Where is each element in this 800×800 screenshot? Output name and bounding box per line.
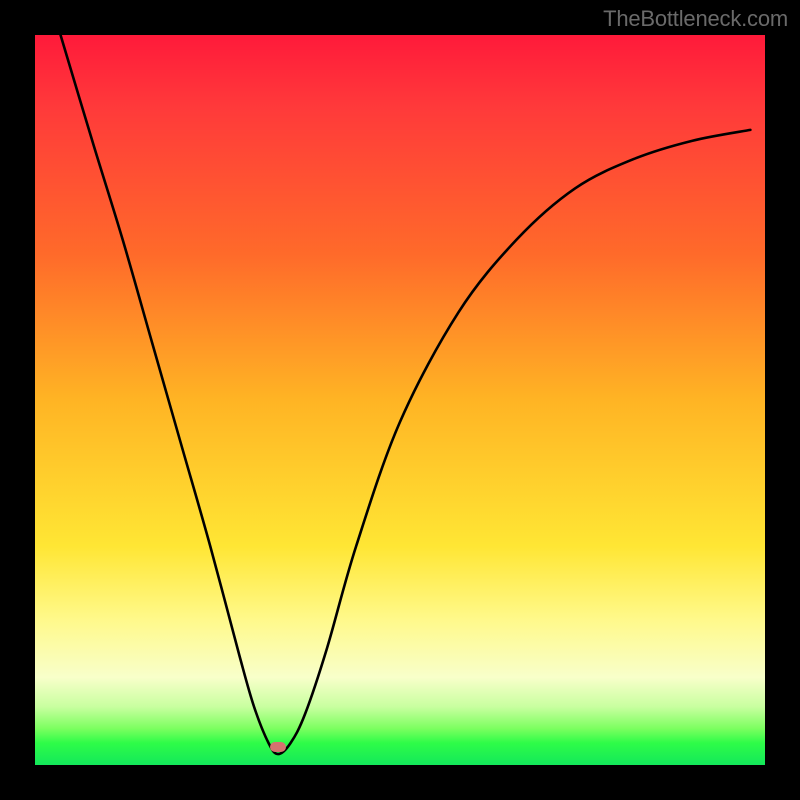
gradient-background	[35, 35, 765, 765]
plot-area	[35, 35, 765, 765]
minimum-marker	[270, 742, 286, 752]
watermark-text: TheBottleneck.com	[603, 6, 788, 32]
